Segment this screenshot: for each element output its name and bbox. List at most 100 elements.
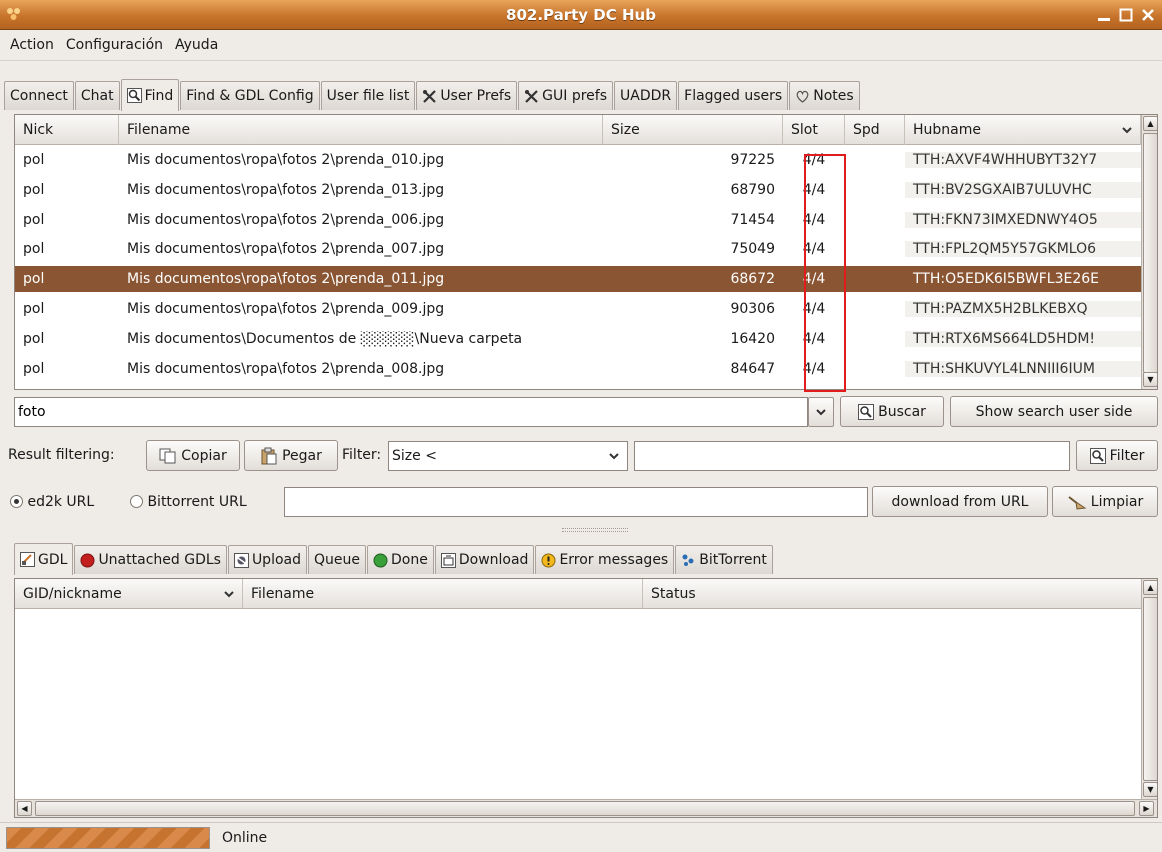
minimize-icon (1098, 18, 1110, 21)
col-size[interactable]: Size (603, 115, 783, 145)
cell-slot: 4/4 (802, 211, 826, 228)
tab-gdl[interactable]: GDL (14, 543, 74, 575)
col-gdl-filename[interactable]: Filename (243, 579, 643, 609)
tab-chat[interactable]: Chat (74, 81, 120, 110)
search-input[interactable] (14, 397, 808, 427)
table-row[interactable]: pol Mis documentos\ropa\fotos 2\prenda_00… (15, 296, 1141, 322)
table-row[interactable]: pol Mis documentos\ropa\fotos 2\prenda_00… (15, 356, 1141, 382)
download-from-url-label: download from URL (891, 493, 1029, 510)
tab-queue[interactable]: Queue (308, 545, 366, 574)
ed2k-url-radio[interactable]: ed2k URL (10, 494, 94, 510)
scroll-right-button[interactable]: ▶ (1139, 801, 1154, 816)
menu-action[interactable]: Action (4, 37, 60, 53)
maximize-button[interactable] (1116, 5, 1136, 25)
cell-hubname: TTH:FKN73IMXEDNWY4O5 (905, 211, 1141, 228)
tab-label: Chat (80, 88, 114, 104)
tab-done[interactable]: Done (367, 545, 434, 574)
menu-configuracion[interactable]: Configuración (60, 37, 169, 53)
tab-find-gdl-config[interactable]: Find & GDL Config (180, 81, 320, 110)
tab-download[interactable]: Download (434, 545, 535, 574)
filter-icon (1089, 447, 1106, 464)
table-row[interactable]: pol Mis documentos\ropa\fotos 2\prenda_01… (15, 266, 1141, 293)
copiar-label: Copiar (181, 447, 227, 464)
tab-bittorrent[interactable]: BitTorrent (675, 545, 773, 574)
col-hubname[interactable]: Hubname (905, 115, 1141, 145)
filter-value-input[interactable] (634, 441, 1070, 471)
filter-button[interactable]: Filter (1076, 440, 1158, 471)
table-row[interactable]: pol Mis documentos\ropa\fotos 2\prenda_00… (15, 207, 1141, 233)
tab-user-file-list[interactable]: User file list (320, 81, 416, 110)
chevron-down-icon (816, 409, 826, 416)
download-from-url-button[interactable]: download from URL (872, 486, 1048, 517)
ed2k-label: ed2k URL (27, 494, 95, 510)
close-icon (1142, 9, 1154, 21)
bittorrent-url-radio[interactable]: Bittorrent URL (130, 494, 247, 510)
scroll-left-button[interactable]: ◀ (17, 801, 32, 816)
tab-label: Queue (314, 552, 360, 568)
results-scrollbar[interactable]: ▲ ▼ (1141, 115, 1157, 389)
filter-label: Filter: (342, 447, 382, 463)
tab-user-prefs[interactable]: User Prefs (416, 81, 518, 110)
col-status[interactable]: Status (643, 579, 1141, 609)
minimize-button[interactable] (1094, 5, 1114, 25)
tab-label: GDL (38, 551, 68, 568)
scroll-down-button[interactable]: ▼ (1143, 372, 1157, 387)
show-search-user-side-button[interactable]: Show search user side (950, 396, 1158, 427)
table-row[interactable]: pol Mis documentos\Documentos de ░░░░░\Nu… (15, 326, 1141, 352)
limpiar-button[interactable]: Limpiar (1052, 486, 1158, 517)
scroll-up-button[interactable]: ▲ (1143, 580, 1157, 595)
tab-error-messages[interactable]: Error messages (535, 545, 675, 574)
tab-find[interactable]: Find (120, 79, 180, 111)
tab-gui-prefs[interactable]: GUI prefs (518, 81, 614, 110)
col-nick[interactable]: Nick (15, 115, 119, 145)
tab-label: Error messages (559, 552, 669, 568)
radio-on-icon (10, 495, 23, 508)
table-row[interactable]: pol Mis documentos\ropa\fotos 2\prenda_01… (15, 177, 1141, 203)
search-history-dropdown[interactable] (808, 397, 834, 427)
col-slot[interactable]: Slot (783, 115, 845, 145)
tab-flagged-users[interactable]: Flagged users (678, 81, 789, 110)
cell-hubname: TTH:SHKUVYL4LNNIII6IUM (905, 360, 1141, 377)
url-input[interactable] (284, 487, 868, 517)
tab-label: GUI prefs (542, 88, 608, 104)
cell-nick: pol (23, 301, 45, 317)
cell-filename: Mis documentos\ropa\fotos 2\prenda_006.j… (127, 211, 445, 228)
col-filename[interactable]: Filename (119, 115, 603, 145)
scroll-up-button[interactable]: ▲ (1143, 116, 1157, 131)
gdl-vscrollbar[interactable]: ▲ ▼ (1141, 579, 1157, 799)
tab-label: Unattached GDLs (98, 552, 221, 568)
tab-unattached-gdls[interactable]: Unattached GDLs (74, 545, 227, 574)
gdl-hscrollbar[interactable]: ◀ ▶ (15, 799, 1157, 817)
scroll-thumb[interactable] (1143, 133, 1157, 373)
cell-hubname: TTH:PAZMX5H2BLKEBXQ (905, 301, 1141, 317)
pegar-button[interactable]: Pegar (244, 440, 338, 471)
cell-slot: 4/4 (802, 241, 826, 258)
table-row[interactable]: pol Mis documentos\ropa\fotos 2\prenda_01… (15, 147, 1141, 173)
copiar-button[interactable]: Copiar (146, 440, 240, 471)
cell-slot: 4/4 (802, 330, 826, 347)
cell-size: 16420 (730, 330, 775, 347)
limpiar-label: Limpiar (1090, 493, 1144, 510)
status-bar: Online (0, 822, 1162, 852)
buscar-button[interactable]: Buscar (840, 396, 944, 427)
filter-type-select[interactable]: Size < (388, 441, 628, 471)
scroll-down-button[interactable]: ▼ (1143, 782, 1157, 797)
tab-upload[interactable]: Upload (227, 545, 307, 574)
bittorrent-label: Bittorrent URL (147, 494, 247, 510)
tab-uaddr[interactable]: UADDR (614, 81, 678, 110)
menu-ayuda[interactable]: Ayuda (169, 37, 224, 53)
col-spd[interactable]: Spd (845, 115, 905, 145)
hscroll-thumb[interactable] (35, 801, 1135, 816)
table-row[interactable]: pol Mis documentos\ropa\fotos 2\prenda_00… (15, 236, 1141, 262)
col-gid-nickname[interactable]: GID/nickname (15, 579, 243, 609)
tab-connect[interactable]: Connect (4, 81, 74, 110)
pane-splitter-handle[interactable] (562, 528, 628, 532)
close-button[interactable] (1138, 5, 1158, 25)
cell-size: 90306 (730, 301, 775, 317)
scroll-thumb[interactable] (1143, 597, 1157, 781)
cell-slot: 4/4 (802, 301, 826, 317)
bottom-tabs: GDL Unattached GDLs Upload Queue Done Do… (14, 540, 774, 575)
tab-notes[interactable]: Notes (789, 81, 860, 110)
radio-off-icon (130, 495, 143, 508)
activity-progress-bar (6, 827, 210, 849)
